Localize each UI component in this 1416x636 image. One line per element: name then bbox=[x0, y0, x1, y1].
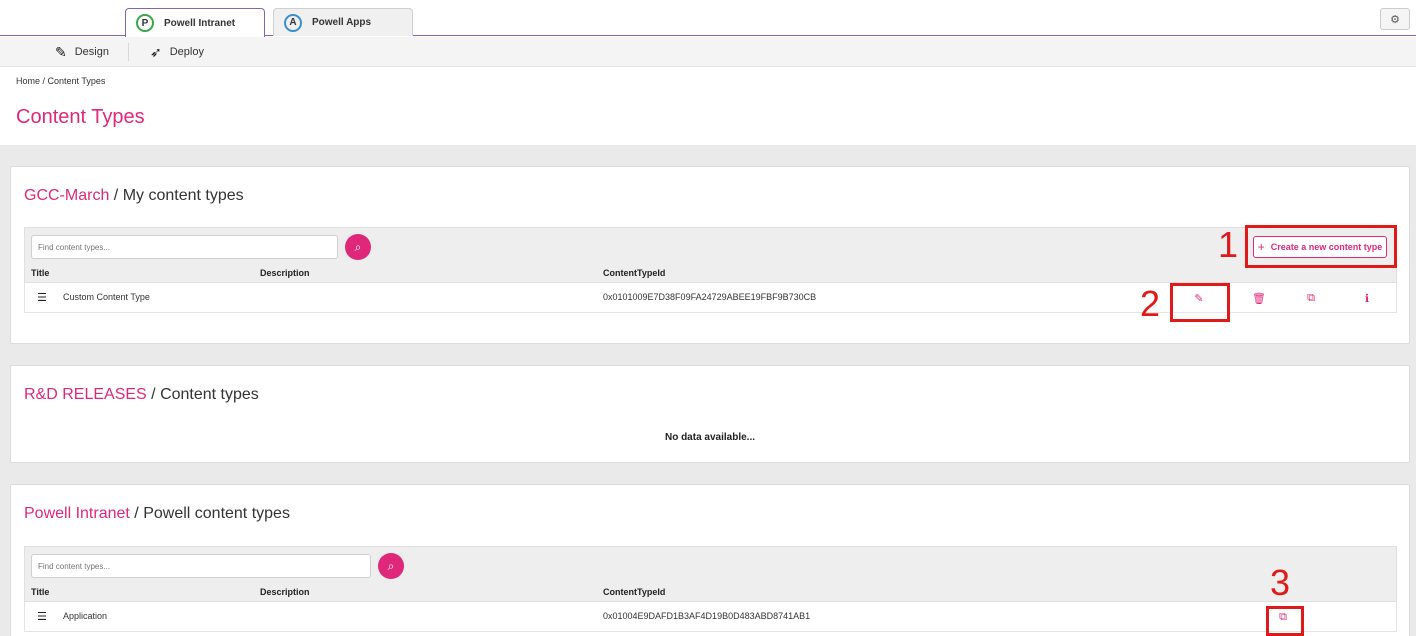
table-header: Title Description ContentTypeId bbox=[24, 582, 1397, 602]
section-powell-content-types: Powell Intranet / Powell content types ⌕… bbox=[10, 484, 1410, 636]
top-tab-bar: P Powell Intranet A Powell Apps ⚙ bbox=[0, 0, 1416, 37]
row-title: Application bbox=[63, 611, 108, 621]
table-toolbar: ⌕ bbox=[24, 546, 1397, 582]
sub-navigation: ✎ Design ➶ Deploy bbox=[0, 37, 1416, 67]
tab-label: Powell Apps bbox=[312, 17, 372, 28]
column-title[interactable]: Title bbox=[31, 587, 49, 597]
breadcrumb[interactable]: Home / Content Types bbox=[16, 76, 105, 86]
copy-icon[interactable]: ⧉ bbox=[1303, 290, 1319, 306]
settings-button[interactable]: ⚙ bbox=[1380, 8, 1410, 30]
section-name: My content types bbox=[122, 187, 244, 204]
row-contenttypeid: 0x01004E9DAFD1B3AF4D19B0D483ABD8741AB1 bbox=[603, 611, 811, 621]
info-icon[interactable]: ℹ bbox=[1359, 290, 1375, 306]
design-label: Design bbox=[74, 46, 109, 58]
column-description[interactable]: Description bbox=[260, 268, 310, 278]
table-header: Title Description ContentTypeId bbox=[24, 263, 1397, 283]
search-button[interactable]: ⌕ bbox=[345, 234, 371, 260]
deploy-nav-item[interactable]: ➶ Deploy bbox=[150, 37, 204, 67]
section-title: Powell Intranet / Powell content types bbox=[24, 505, 290, 523]
column-title[interactable]: Title bbox=[31, 268, 49, 278]
annotation-box-1 bbox=[1245, 225, 1397, 268]
annotation-number-3: 3 bbox=[1270, 562, 1291, 603]
tab-powell-apps[interactable]: A Powell Apps bbox=[273, 8, 413, 36]
design-nav-item[interactable]: ✎ Design bbox=[55, 37, 109, 67]
powell-intranet-logo-icon: P bbox=[136, 14, 154, 32]
search-input[interactable] bbox=[31, 235, 338, 259]
title-separator: / bbox=[146, 386, 161, 403]
table-row[interactable]: ☰ Application 0x01004E9DAFD1B3AF4D19B0D4… bbox=[24, 602, 1397, 632]
search-input[interactable] bbox=[31, 554, 371, 578]
deploy-label: Deploy bbox=[169, 46, 204, 58]
title-separator: / bbox=[129, 505, 144, 522]
tab-label: Powell Intranet bbox=[164, 17, 236, 29]
section-title: R&D RELEASES / Content types bbox=[24, 386, 259, 404]
site-link[interactable]: Powell Intranet bbox=[24, 505, 130, 522]
page-title: Content Types bbox=[16, 106, 145, 128]
section-title: GCC-March / My content types bbox=[24, 187, 244, 205]
search-button[interactable]: ⌕ bbox=[378, 553, 404, 579]
list-icon: ☰ bbox=[37, 292, 47, 304]
section-name: Content types bbox=[160, 386, 259, 403]
deploy-rocket-icon: ➶ bbox=[150, 43, 162, 60]
settings-gears-icon: ⚙ bbox=[1390, 13, 1400, 26]
design-wand-icon: ✎ bbox=[55, 43, 67, 60]
delete-trash-icon[interactable]: 🗑 bbox=[1251, 290, 1267, 306]
annotation-box-2 bbox=[1170, 283, 1230, 322]
annotation-number-1: 1 bbox=[1218, 224, 1239, 265]
tab-powell-intranet[interactable]: P Powell Intranet bbox=[125, 8, 265, 37]
no-data-message: No data available... bbox=[664, 432, 756, 443]
section-name: Powell content types bbox=[143, 505, 290, 522]
subnav-divider bbox=[128, 43, 129, 61]
site-link[interactable]: R&D RELEASES bbox=[24, 386, 147, 403]
title-separator: / bbox=[109, 187, 123, 204]
list-icon: ☰ bbox=[37, 611, 47, 623]
column-contenttypeid[interactable]: ContentTypeId bbox=[603, 268, 665, 278]
column-description[interactable]: Description bbox=[260, 587, 310, 597]
annotation-box-3 bbox=[1266, 606, 1304, 636]
column-contenttypeid[interactable]: ContentTypeId bbox=[603, 587, 665, 597]
search-icon: ⌕ bbox=[354, 239, 362, 254]
site-link[interactable]: GCC-March bbox=[24, 187, 109, 204]
powell-apps-logo-icon: A bbox=[284, 13, 302, 32]
table-toolbar: ⌕ + Create a new content type bbox=[24, 227, 1397, 263]
search-icon: ⌕ bbox=[387, 558, 395, 573]
row-contenttypeid: 0x0101009E7D38F09FA24729ABEE19FBF9B730CB bbox=[603, 292, 817, 302]
annotation-number-2: 2 bbox=[1140, 283, 1161, 324]
row-title: Custom Content Type bbox=[63, 292, 150, 302]
section-rd-releases: R&D RELEASES / Content types No data ava… bbox=[10, 365, 1410, 463]
